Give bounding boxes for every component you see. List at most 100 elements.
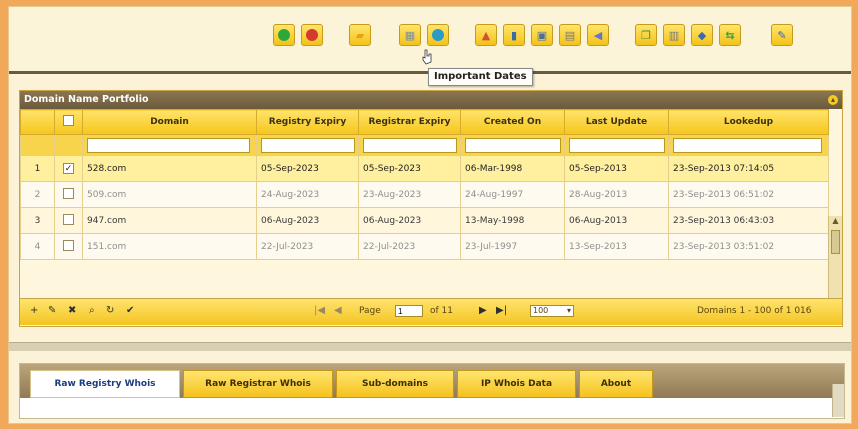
- copy-icon: ❐: [641, 28, 651, 42]
- column-registry-expiry[interactable]: Registry Expiry: [256, 109, 359, 135]
- edit-row-icon[interactable]: ✎: [48, 305, 56, 316]
- domain-filter-input[interactable]: [87, 137, 250, 153]
- report-icon: ▥: [668, 28, 680, 42]
- next-page-icon[interactable]: ▶: [479, 305, 487, 316]
- globe-button[interactable]: [427, 24, 449, 46]
- column-domain[interactable]: Domain: [82, 109, 257, 135]
- registrar-expiry-cell: 22-Jul-2023: [358, 233, 461, 260]
- network-button[interactable]: ◆: [691, 24, 713, 46]
- monitor-button[interactable]: ▣: [531, 24, 553, 46]
- record-summary: Domains 1 - 100 of 1 016: [697, 306, 812, 316]
- add-button[interactable]: [273, 24, 295, 46]
- tab-raw-registry-whois[interactable]: Raw Registry Whois: [30, 370, 180, 398]
- table-row[interactable]: 4 151.com 22-Jul-2023 22-Jul-2023 23-Jul…: [20, 233, 829, 260]
- tab-sub-domains[interactable]: Sub-domains: [336, 370, 454, 398]
- lookedup-cell: 23-Sep-2013 06:51:02: [668, 181, 829, 208]
- page-size-select[interactable]: 100 ▾: [530, 305, 574, 317]
- row-checkbox[interactable]: [63, 213, 74, 225]
- delete-row-icon[interactable]: ✖: [68, 305, 76, 316]
- arrows-button[interactable]: ⇆: [719, 24, 741, 46]
- globe-icon: [432, 29, 444, 41]
- page-input[interactable]: [395, 305, 423, 317]
- report-button[interactable]: ▥: [663, 24, 685, 46]
- important-dates-button[interactable]: ▦: [399, 24, 421, 46]
- panel-divider[interactable]: [9, 342, 851, 351]
- column-lookedup[interactable]: Lookedup: [668, 109, 829, 135]
- domain-grid: Domain Name Portfolio ▴ Domain Registry …: [19, 90, 843, 327]
- books-button[interactable]: ▮: [503, 24, 525, 46]
- speaker-button[interactable]: ◀: [587, 24, 609, 46]
- details-panel: Raw Registry Whois Raw Registrar Whois S…: [19, 363, 845, 419]
- column-created-on[interactable]: Created On: [460, 109, 565, 135]
- document-icon: ▤: [564, 28, 576, 42]
- column-registrar-expiry[interactable]: Registrar Expiry: [358, 109, 461, 135]
- last-update-cell: 28-Aug-2013: [564, 181, 669, 208]
- document-button[interactable]: ▤: [559, 24, 581, 46]
- select-all-header[interactable]: [54, 109, 83, 135]
- registrar-expiry-filter-input[interactable]: [363, 137, 458, 153]
- table-row[interactable]: 1 ✓ 528.com 05-Sep-2023 05-Sep-2023 06-M…: [20, 155, 829, 182]
- domain-cell: 947.com: [82, 207, 257, 234]
- row-checkbox[interactable]: [63, 239, 74, 251]
- row-checkbox[interactable]: ✓: [63, 163, 74, 174]
- add-icon: [278, 29, 290, 41]
- pager-toolbar: + ✎ ✖ ⌕ ↻ ✔ |◀ ◀ Page of 11 ▶ ▶| 100 ▾ D…: [20, 298, 842, 325]
- pen-button[interactable]: ✎: [771, 24, 793, 46]
- registrar-expiry-cell: 05-Sep-2023: [358, 155, 461, 182]
- copy-button[interactable]: ❐: [635, 24, 657, 46]
- refresh-icon[interactable]: ↻: [106, 305, 114, 316]
- user-icon: ▲: [481, 28, 491, 42]
- domain-cell: 528.com: [82, 155, 257, 182]
- remove-icon: [306, 29, 318, 41]
- registry-expiry-filter-input[interactable]: [261, 137, 356, 153]
- select-all-checkbox[interactable]: [63, 115, 74, 126]
- first-page-icon[interactable]: |◀: [314, 305, 325, 316]
- column-last-update[interactable]: Last Update: [564, 109, 669, 135]
- filter-row: [20, 134, 829, 156]
- lookedup-filter-input[interactable]: [673, 137, 823, 153]
- row-checkbox[interactable]: [63, 187, 74, 199]
- details-tabs: Raw Registry Whois Raw Registrar Whois S…: [20, 364, 844, 398]
- tab-raw-registrar-whois[interactable]: Raw Registrar Whois: [183, 370, 333, 398]
- add-row-icon[interactable]: +: [30, 305, 38, 316]
- page-size-value: 100: [533, 306, 549, 315]
- registry-expiry-cell: 22-Jul-2023: [256, 233, 359, 260]
- registry-expiry-cell: 06-Aug-2023: [256, 207, 359, 234]
- speaker-icon: ◀: [593, 28, 603, 42]
- last-update-filter-input[interactable]: [569, 137, 666, 153]
- books-icon: ▮: [510, 28, 518, 42]
- tab-ip-whois-data[interactable]: IP Whois Data: [457, 370, 576, 398]
- lookedup-cell: 23-Sep-2013 06:43:03: [668, 207, 829, 234]
- last-update-cell: 13-Sep-2013: [564, 233, 669, 260]
- prev-page-icon[interactable]: ◀: [334, 305, 342, 316]
- row-number: 3: [20, 207, 55, 234]
- monitor-icon: ▣: [536, 28, 548, 42]
- grid-header: Domain Name Portfolio ▴: [20, 91, 842, 109]
- created-on-cell: 06-Mar-1998: [460, 155, 565, 182]
- created-on-cell: 24-Aug-1997: [460, 181, 565, 208]
- user-button[interactable]: ▲: [475, 24, 497, 46]
- created-on-filter-input[interactable]: [465, 137, 562, 153]
- folder-button[interactable]: ▰: [349, 24, 371, 46]
- registrar-expiry-cell: 06-Aug-2023: [358, 207, 461, 234]
- check-icon[interactable]: ✔: [126, 305, 134, 316]
- lookedup-cell: 23-Sep-2013 03:51:02: [668, 233, 829, 260]
- remove-button[interactable]: [301, 24, 323, 46]
- scroll-up-icon[interactable]: ▲: [829, 216, 842, 226]
- tab-about[interactable]: About: [579, 370, 653, 398]
- filter-spacer: [54, 134, 83, 156]
- created-on-cell: 23-Jul-1997: [460, 233, 565, 260]
- last-update-cell: 06-Aug-2013: [564, 207, 669, 234]
- row-number-header: [20, 109, 55, 135]
- row-number: 1: [20, 155, 55, 182]
- search-icon[interactable]: ⌕: [89, 305, 95, 316]
- row-number: 4: [20, 233, 55, 260]
- table-row[interactable]: 2 509.com 24-Aug-2023 23-Aug-2023 24-Aug…: [20, 181, 829, 208]
- details-scrollbar[interactable]: [832, 384, 844, 417]
- registry-expiry-cell: 24-Aug-2023: [256, 181, 359, 208]
- collapse-icon[interactable]: ▴: [828, 95, 838, 105]
- app-window: ▰ ▦ ▲ ▮ ▣ ▤ ◀ ❐ ▥ ◆ ⇆ ✎ Important Dates …: [8, 6, 852, 424]
- scroll-thumb[interactable]: [831, 230, 840, 254]
- last-page-icon[interactable]: ▶|: [496, 305, 507, 316]
- table-row[interactable]: 3 947.com 06-Aug-2023 06-Aug-2023 13-May…: [20, 207, 829, 234]
